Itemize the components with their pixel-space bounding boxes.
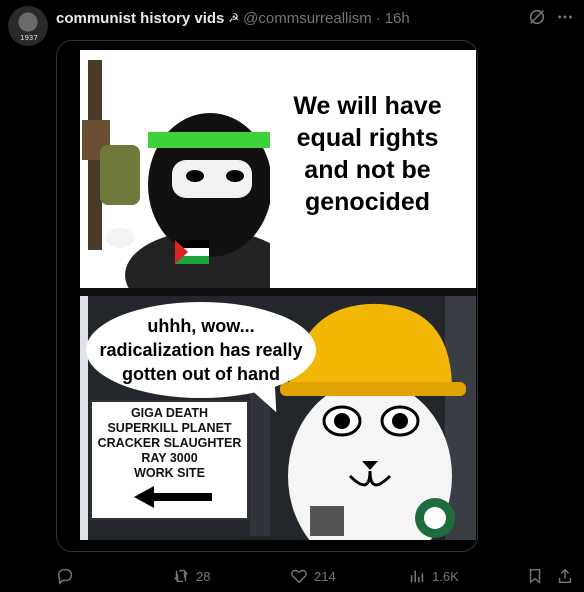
caption-line: We will have xyxy=(293,92,442,120)
meme-top-panel: We will have equal rights and not be gen… xyxy=(80,50,476,288)
repost-icon xyxy=(174,569,188,583)
sign-line: CRACKER SLAUGHTER xyxy=(97,436,242,450)
caption-line: genocided xyxy=(304,188,430,216)
bubble-line: uhhh, wow... xyxy=(147,316,255,336)
reply-button[interactable] xyxy=(56,566,74,586)
separator: · xyxy=(375,9,381,27)
caption-line: equal rights xyxy=(296,124,439,152)
post-header: communist history vids ☭ @commsurreallis… xyxy=(56,8,410,28)
bookmark-icon xyxy=(529,568,541,584)
share-button[interactable] xyxy=(556,566,574,586)
avatar[interactable]: 1937 xyxy=(8,6,48,46)
timestamp[interactable]: 16h xyxy=(385,10,410,27)
like-count: 214 xyxy=(314,568,336,584)
views-count: 1.6K xyxy=(432,568,459,584)
more-icon[interactable] xyxy=(555,8,575,28)
user-handle[interactable]: @commsurreallism xyxy=(243,10,372,27)
like-icon xyxy=(291,569,307,584)
work-site-sign: GIGA DEATH SUPERKILL PLANET CRACKER SLAU… xyxy=(90,400,249,520)
repost-button[interactable]: 28 xyxy=(172,566,210,586)
sign-line: WORK SITE xyxy=(134,466,205,480)
grok-icon[interactable] xyxy=(527,8,547,28)
views-icon xyxy=(410,570,424,583)
arrow-left-icon xyxy=(134,486,212,508)
bubble-line: radicalization has really xyxy=(99,340,303,360)
speech-bubble: uhhh, wow... radicalization has really g… xyxy=(86,302,316,398)
caption-line: and not be xyxy=(304,156,431,184)
sign-line: GIGA DEATH xyxy=(130,406,209,420)
hammer-sickle-icon: ☭ xyxy=(228,11,240,25)
avatar-label: 1937 xyxy=(20,34,38,42)
meme-image[interactable]: We will have equal rights and not be gen… xyxy=(80,50,476,540)
share-icon xyxy=(558,568,572,584)
display-name[interactable]: communist history vids xyxy=(56,10,224,27)
fighter-illustration xyxy=(82,60,270,288)
views-button[interactable]: 1.6K xyxy=(408,566,459,586)
reply-icon xyxy=(57,568,73,585)
top-caption: We will have equal rights and not be gen… xyxy=(270,90,465,218)
bubble-line: gotten out of hand xyxy=(122,364,280,384)
sign-line: RAY 3000 xyxy=(141,451,198,465)
like-button[interactable]: 214 xyxy=(290,566,336,586)
sign-line: SUPERKILL PLANET xyxy=(107,421,232,435)
repost-count: 28 xyxy=(196,568,211,584)
bookmark-button[interactable] xyxy=(526,566,544,586)
